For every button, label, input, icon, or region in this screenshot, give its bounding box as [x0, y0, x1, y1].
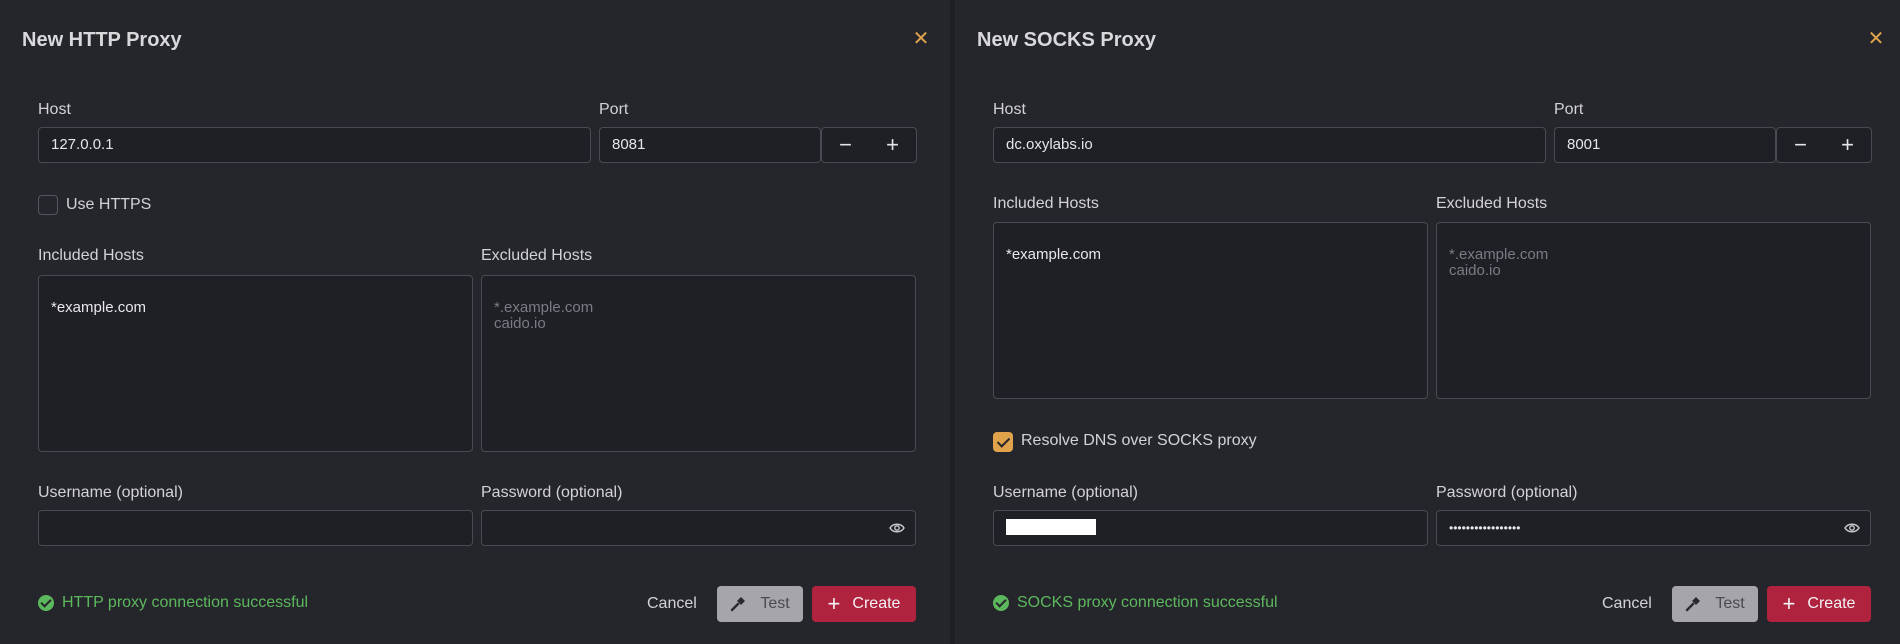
- included-hosts-value: *example.com: [1006, 246, 1102, 263]
- eye-icon[interactable]: [1844, 522, 1860, 534]
- port-stepper: − +: [1776, 127, 1872, 163]
- test-button[interactable]: Test: [1672, 586, 1758, 622]
- included-hosts-label: Included Hosts: [38, 247, 144, 264]
- excluded-hosts-label: Excluded Hosts: [1436, 195, 1548, 212]
- status-text: HTTP proxy connection successful: [62, 594, 309, 611]
- port-label: Port: [1554, 101, 1584, 118]
- cancel-button[interactable]: Cancel: [647, 586, 697, 622]
- create-button[interactable]: + Create: [812, 586, 916, 622]
- excluded-hosts-placeholder: *.example.com caido.io: [1449, 246, 1549, 279]
- excluded-hosts-textarea[interactable]: *.example.com caido.io: [481, 275, 916, 452]
- password-label: Password (optional): [481, 484, 623, 501]
- connection-status: SOCKS proxy connection successful: [993, 594, 1278, 612]
- resolve-dns-label: Resolve DNS over SOCKS proxy: [1021, 432, 1257, 449]
- excluded-hosts-textarea[interactable]: *.example.com caido.io: [1436, 222, 1871, 399]
- dialog-title: New HTTP Proxy: [22, 29, 182, 51]
- password-input[interactable]: •••••••••••••••••: [1436, 510, 1871, 546]
- port-stepper: − +: [821, 127, 917, 163]
- test-label: Test: [760, 595, 790, 612]
- close-icon[interactable]: ✕: [910, 28, 932, 50]
- test-label: Test: [1715, 595, 1745, 612]
- increment-button[interactable]: +: [1824, 128, 1871, 162]
- decrement-button[interactable]: −: [1777, 128, 1824, 162]
- port-label: Port: [599, 101, 629, 118]
- plus-icon: +: [1782, 591, 1796, 616]
- included-hosts-textarea[interactable]: *example.com: [993, 222, 1428, 399]
- excluded-hosts-label: Excluded Hosts: [481, 247, 593, 264]
- username-label: Username (optional): [38, 484, 183, 501]
- http-proxy-dialog: New HTTP Proxy ✕ Host 127.0.0.1 Port 808…: [0, 0, 950, 644]
- included-hosts-label: Included Hosts: [993, 195, 1099, 212]
- check-circle-icon: [993, 595, 1009, 611]
- included-hosts-value: *example.com: [51, 299, 147, 316]
- eye-icon[interactable]: [889, 522, 905, 534]
- plus-icon: +: [827, 591, 841, 616]
- use-https-checkbox[interactable]: [38, 195, 58, 215]
- decrement-button[interactable]: −: [822, 128, 869, 162]
- create-label: Create: [852, 595, 901, 612]
- host-input[interactable]: 127.0.0.1: [38, 127, 591, 163]
- password-input[interactable]: [481, 510, 916, 546]
- check-circle-icon: [38, 595, 54, 611]
- port-input[interactable]: 8081: [599, 127, 821, 163]
- password-label: Password (optional): [1436, 484, 1578, 501]
- connection-status: HTTP proxy connection successful: [38, 594, 308, 612]
- dialog-title: New SOCKS Proxy: [977, 29, 1156, 51]
- create-button[interactable]: + Create: [1767, 586, 1871, 622]
- username-input[interactable]: [993, 510, 1428, 546]
- host-label: Host: [993, 101, 1026, 118]
- increment-button[interactable]: +: [869, 128, 916, 162]
- redacted-username: [1006, 518, 1096, 535]
- host-input[interactable]: dc.oxylabs.io: [993, 127, 1546, 163]
- cancel-button[interactable]: Cancel: [1602, 586, 1652, 622]
- create-label: Create: [1807, 595, 1856, 612]
- socks-proxy-dialog: New SOCKS Proxy ✕ Host dc.oxylabs.io Por…: [955, 0, 1900, 644]
- host-label: Host: [38, 101, 71, 118]
- port-input[interactable]: 8001: [1554, 127, 1776, 163]
- close-icon[interactable]: ✕: [1865, 28, 1887, 50]
- excluded-hosts-placeholder: *.example.com caido.io: [494, 299, 594, 332]
- use-https-label: Use HTTPS: [66, 196, 152, 213]
- username-input[interactable]: [38, 510, 473, 546]
- status-text: SOCKS proxy connection successful: [1017, 594, 1278, 611]
- hammer-icon: [1686, 597, 1701, 612]
- test-button[interactable]: Test: [717, 586, 803, 622]
- resolve-dns-checkbox[interactable]: [993, 432, 1013, 452]
- hammer-icon: [731, 597, 746, 612]
- username-label: Username (optional): [993, 484, 1138, 501]
- included-hosts-textarea[interactable]: *example.com: [38, 275, 473, 452]
